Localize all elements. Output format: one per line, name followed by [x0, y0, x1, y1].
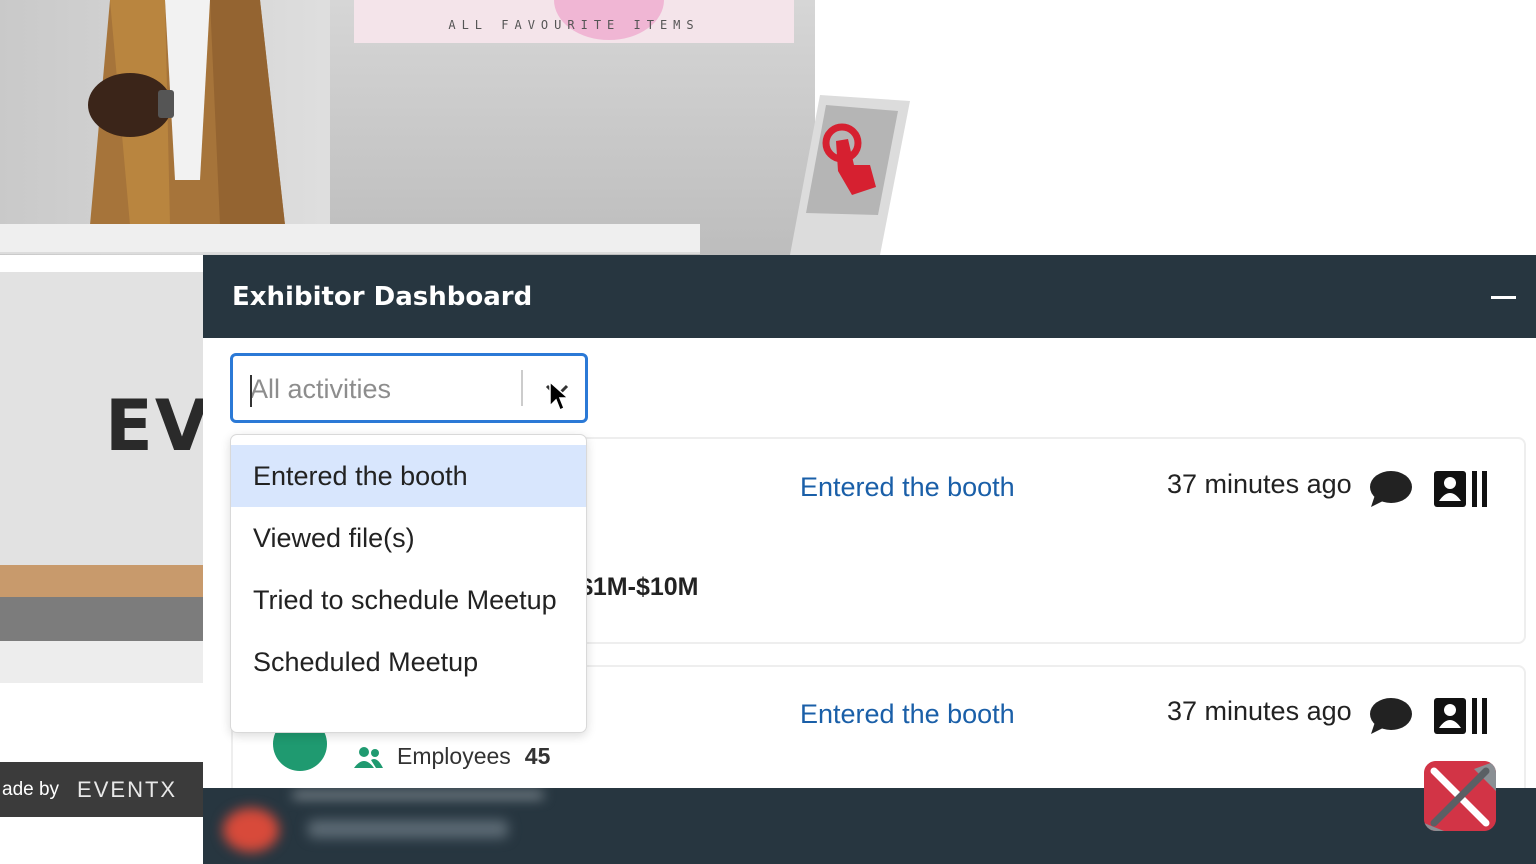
text-caret [250, 375, 252, 407]
booth-counter [0, 224, 700, 254]
contact-card-icon[interactable] [1434, 471, 1490, 507]
dropdown-option-entered-booth[interactable]: Entered the booth [231, 445, 586, 507]
activity-filter-select[interactable]: All activities [230, 353, 588, 423]
contact-card-icon[interactable] [1434, 698, 1490, 734]
bottom-bar [203, 788, 1536, 864]
dropdown-option-tried-schedule-meetup[interactable]: Tried to schedule Meetup [231, 569, 586, 631]
chat-icon[interactable] [1369, 696, 1413, 736]
panel-header: Exhibitor Dashboard [203, 255, 1536, 338]
booth-banner: ALL FAVOURITE ITEMS [354, 0, 794, 43]
activity-time: 37 minutes ago [1167, 469, 1352, 499]
company-employees: Employees 45 [353, 743, 550, 770]
chat-icon[interactable] [1369, 469, 1413, 509]
eventx-logo: EVENTX [77, 776, 178, 802]
activity-action-link[interactable]: Entered the booth [800, 472, 1015, 503]
booth-stripe-orange [0, 565, 205, 597]
activity-action-link[interactable]: Entered the booth [800, 699, 1015, 730]
panel-title: Exhibitor Dashboard [232, 282, 533, 312]
banner-text: ALL FAVOURITE ITEMS [448, 17, 700, 32]
made-by-badge[interactable]: ade by EVENTX [0, 762, 205, 817]
dropdown-option-scheduled-meetup[interactable]: Scheduled Meetup [231, 631, 586, 693]
select-separator [521, 370, 523, 406]
activity-filter-dropdown: Entered the booth Viewed file(s) Tried t… [230, 434, 587, 733]
booth-stripe-grey [0, 597, 205, 641]
company-revenue: $1M-$10M [579, 573, 699, 601]
blurred-user-info [213, 792, 543, 858]
booth-logo-fragment: EV [105, 385, 211, 467]
pointer-cursor-icon [549, 380, 570, 412]
dropdown-option-viewed-files[interactable]: Viewed file(s) [231, 507, 586, 569]
made-by-label: ade by [2, 778, 60, 800]
activity-time: 37 minutes ago [1167, 696, 1352, 726]
activity-filter-placeholder: All activities [250, 374, 392, 404]
employees-icon [354, 746, 383, 768]
employees-count: 45 [524, 743, 551, 769]
kiosk-touch-icon[interactable] [790, 95, 915, 255]
booth-floor [0, 641, 205, 683]
employees-label: Employees [397, 743, 511, 769]
presenter-image [88, 0, 285, 225]
app-launcher-button[interactable] [1424, 761, 1496, 831]
minimize-icon[interactable] [1488, 283, 1518, 313]
